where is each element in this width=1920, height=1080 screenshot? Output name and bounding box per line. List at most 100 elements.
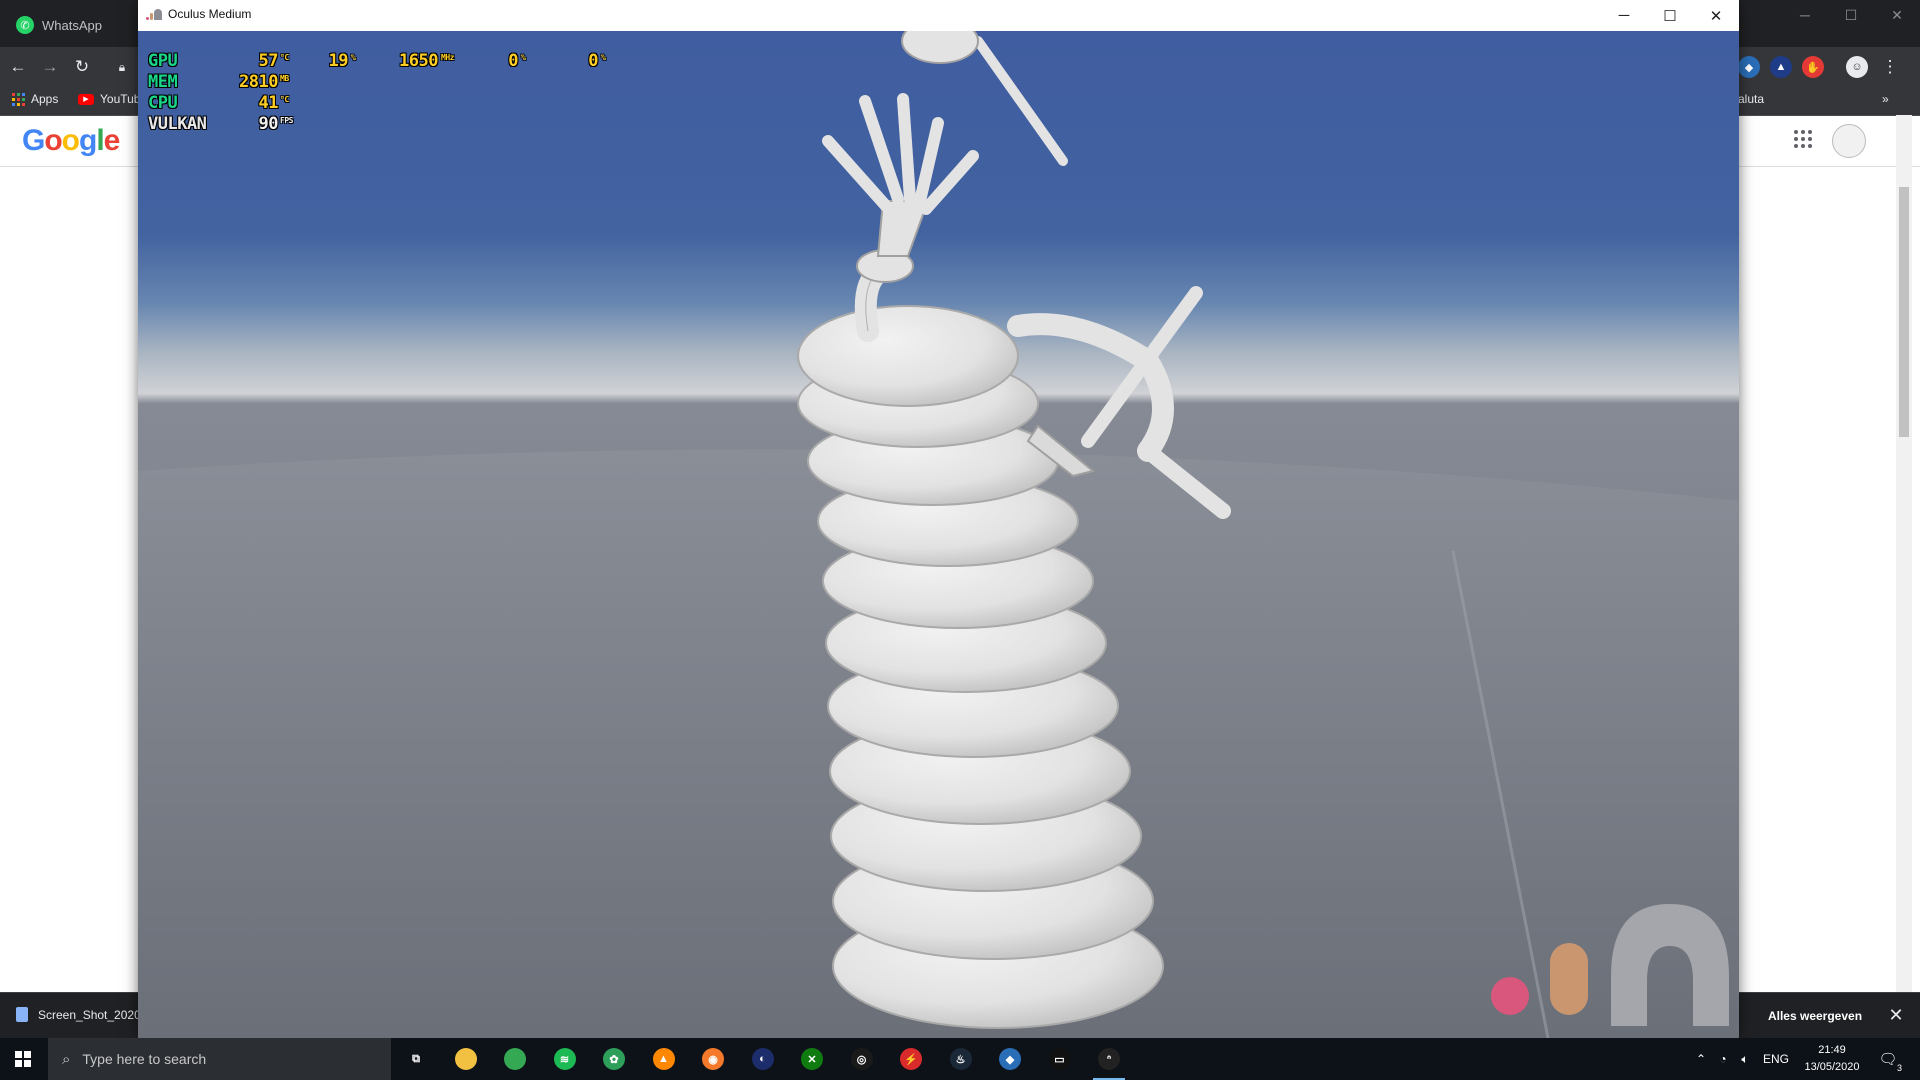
extension-icon[interactable]: ◆: [1738, 56, 1760, 78]
vlc-icon: ▲: [652, 1048, 675, 1070]
task-view-icon: ⧉: [405, 1048, 427, 1070]
search-icon: ⌕: [62, 1050, 71, 1068]
google-logo-letter: o: [44, 124, 62, 157]
windows-logo-icon: [15, 1051, 31, 1067]
reload-button[interactable]: ↻: [70, 55, 94, 79]
chrome-menu-icon[interactable]: ⋮: [1878, 55, 1902, 79]
window-title: Oculus Medium: [168, 7, 252, 21]
taskbar-app-power-app[interactable]: ⚡: [891, 1042, 931, 1076]
taskbar-app-chrome[interactable]: [495, 1042, 535, 1076]
medium-title: Oculus Medium: [146, 7, 251, 21]
taskbar-app-app-green[interactable]: ✿: [594, 1042, 634, 1076]
close-download-bar-button[interactable]: ✕: [1884, 1003, 1908, 1027]
taskbar-app-app-blue[interactable]: ◆: [990, 1042, 1030, 1076]
tray-overflow-icon[interactable]: ⌃: [1690, 1052, 1712, 1066]
osd-unit: FPS: [280, 116, 293, 125]
google-logo-letter: l: [96, 124, 104, 157]
taskbar-app-amd[interactable]: ◎: [842, 1042, 882, 1076]
maximize-button[interactable]: ☐: [1647, 0, 1693, 31]
network-icon[interactable]: ◔: [1712, 1052, 1734, 1066]
taskbar-app-medium[interactable]: ᐢ: [1089, 1042, 1129, 1080]
chrome-window-controls: ─ ☐ ✕: [1782, 0, 1920, 30]
download-item[interactable]: Screen_Shot_2020: [16, 1007, 141, 1022]
chrome-minimize-button[interactable]: ─: [1782, 0, 1828, 30]
bookmark-right[interactable]: aluta: [1738, 92, 1764, 106]
google-apps-icon[interactable]: [1794, 130, 1812, 148]
download-filename: Screen_Shot_2020: [38, 1007, 141, 1022]
osd-unit: MHz: [441, 53, 454, 62]
medium-titlebar[interactable]: Oculus Medium ─ ☐ ✕: [138, 0, 1739, 31]
clock-time: 21:49: [1818, 1044, 1846, 1056]
extension-icon[interactable]: ✋: [1802, 56, 1824, 78]
youtube-icon: ▶: [78, 93, 94, 105]
apps-icon: [12, 92, 25, 106]
chrome-close-button[interactable]: ✕: [1874, 0, 1920, 30]
start-button[interactable]: [0, 1038, 46, 1080]
taskbar-clock[interactable]: 21:49 13/05/2020: [1795, 1042, 1869, 1076]
lock-icon: 🔒︎: [118, 59, 126, 74]
taskbar-app-vlc[interactable]: ▲: [644, 1042, 684, 1076]
volume-icon[interactable]: 🔈︎: [1734, 1052, 1756, 1067]
cinema4d-icon: ◐: [751, 1048, 774, 1070]
osd-gpu-temp: 57: [258, 51, 279, 71]
spotify-icon: ≋: [553, 1048, 576, 1070]
minimize-button[interactable]: ─: [1601, 0, 1647, 31]
osd-label-gpu: GPU: [148, 51, 178, 71]
osd-unit: %: [351, 53, 356, 62]
show-all-downloads-button[interactable]: Alles weergeven: [1756, 1001, 1874, 1031]
google-logo-letter: G: [22, 124, 45, 157]
osd-unit: °C: [280, 53, 289, 62]
tab-title: WhatsApp: [42, 17, 102, 33]
bookmark-apps[interactable]: Apps: [12, 92, 58, 106]
page-scrollbar[interactable]: [1896, 115, 1912, 992]
windows-taskbar: ⌕ Type here to search ⧉ ≋ ✿ ▲ ◉ ◐ ✕ ◎ ⚡ ♨ ◆ ▭ ᐢ ⌃ ◔ …: [0, 1038, 1920, 1080]
medium-icon: ᐢ: [1098, 1048, 1120, 1070]
google-logo-letter: e: [103, 124, 121, 157]
action-center-button[interactable]: 🗨︎ 3: [1876, 1047, 1902, 1073]
taskbar-search-box[interactable]: ⌕ Type here to search: [48, 1038, 391, 1080]
taskbar-app-file-explorer[interactable]: [446, 1042, 486, 1076]
osd-label-cpu: CPU: [148, 93, 178, 113]
app-green-icon: ✿: [603, 1048, 625, 1070]
google-logo-letter: g: [79, 124, 97, 157]
osd-label-vulkan: VULKAN: [148, 114, 207, 134]
osd-gpu-load: 19: [328, 51, 349, 71]
osd-fps: 90: [258, 114, 279, 134]
close-button[interactable]: ✕: [1693, 0, 1739, 31]
back-button[interactable]: ←: [6, 55, 30, 79]
taskbar-app-blender[interactable]: ◉: [693, 1042, 733, 1076]
scrollbar-thumb[interactable]: [1899, 187, 1909, 437]
notification-count: 3: [1896, 1063, 1902, 1073]
taskbar-app-oculus[interactable]: ▭: [1040, 1042, 1080, 1076]
chrome-icon: [504, 1048, 526, 1070]
sculpt-viewport[interactable]: GPU 57 °C 19 % 1650 MHz 0 % 0 % MEM 2810…: [138, 31, 1739, 1038]
taskbar-app-steam[interactable]: ♨: [941, 1042, 981, 1076]
forward-button[interactable]: →: [38, 55, 62, 79]
power-app-icon: ⚡: [900, 1048, 922, 1070]
tab-whatsapp[interactable]: ✆ WhatsApp: [6, 6, 134, 44]
osd-value: 0: [508, 51, 518, 71]
profile-avatar[interactable]: ☺: [1846, 56, 1868, 78]
taskbar-app-task-view[interactable]: ⧉: [396, 1042, 436, 1076]
taskbar-app-cinema4d[interactable]: ◐: [743, 1042, 783, 1076]
taskbar-app-xbox[interactable]: ✕: [792, 1042, 832, 1076]
google-logo[interactable]: Google: [22, 124, 121, 158]
osd-unit: °C: [280, 95, 289, 104]
osd-unit: %: [521, 53, 526, 62]
file-icon: [16, 1007, 28, 1022]
system-tray: ⌃ ◔ 🔈︎ ENG: [1690, 1038, 1796, 1080]
extension-icon[interactable]: ▲: [1770, 56, 1792, 78]
bookmark-youtube[interactable]: ▶ YouTube: [78, 92, 147, 106]
oculus-medium-window: Oculus Medium ─ ☐ ✕ GPU 57 °C 19 % 1650 …: [138, 0, 1739, 1038]
oculus-icon: ▭: [1048, 1048, 1071, 1070]
taskbar-app-spotify[interactable]: ≋: [545, 1042, 585, 1076]
osd-unit: MB: [280, 74, 289, 83]
bookmarks-overflow-button[interactable]: »: [1882, 92, 1889, 106]
google-account-avatar[interactable]: [1832, 124, 1866, 158]
app-blue-icon: ◆: [999, 1048, 1021, 1070]
chrome-maximize-button[interactable]: ☐: [1828, 0, 1874, 30]
sculpt-scene: [138, 31, 1739, 1038]
language-indicator[interactable]: ENG: [1756, 1052, 1796, 1066]
osd-gpu-clock: 1650: [399, 51, 438, 71]
overflow-icon: »: [1882, 92, 1889, 106]
